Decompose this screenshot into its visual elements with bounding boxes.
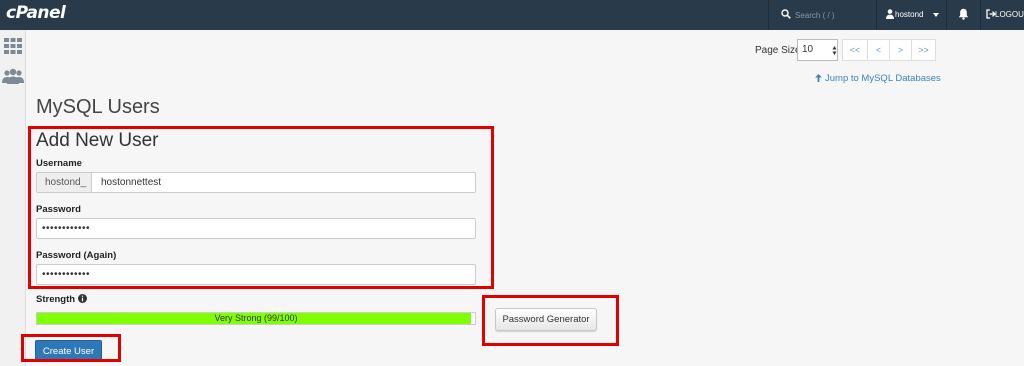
prev-page-button[interactable]: < xyxy=(867,39,890,61)
users-icon[interactable] xyxy=(2,68,24,84)
password-again-field[interactable] xyxy=(36,264,476,285)
search-icon xyxy=(781,9,791,19)
user-menu[interactable]: hostond xyxy=(876,0,944,30)
password-again-label: Password (Again) xyxy=(36,250,117,261)
last-page-button[interactable]: >> xyxy=(911,39,936,61)
password-field[interactable] xyxy=(36,218,476,239)
first-page-button[interactable]: << xyxy=(842,39,868,61)
logout-button[interactable]: LOGOUT xyxy=(980,0,1024,30)
next-page-button[interactable]: > xyxy=(889,39,912,61)
username-label: Username xyxy=(36,158,82,169)
page-size-label: Page Size xyxy=(755,45,801,56)
jump-to-databases-link[interactable]: Jump to MySQL Databases xyxy=(815,73,941,84)
page-title: MySQL Users xyxy=(36,96,160,118)
strength-meter: Very Strong (99/100) xyxy=(36,312,476,325)
sidebar xyxy=(0,30,26,366)
username-field[interactable] xyxy=(91,172,476,193)
username-input-group: hostond_ xyxy=(36,172,476,193)
search-box[interactable] xyxy=(768,0,874,30)
select-arrows-icon xyxy=(832,46,837,55)
page-size-value: 10 xyxy=(802,44,814,55)
top-navbar: cPanel hostond LOGOUT xyxy=(0,0,1024,30)
search-input[interactable] xyxy=(795,7,871,23)
chevron-down-icon xyxy=(933,13,939,17)
grid-icon[interactable] xyxy=(4,38,22,54)
notifications-button[interactable] xyxy=(946,0,978,30)
strength-label-row: Strength xyxy=(36,294,88,305)
strength-label: Strength xyxy=(36,294,76,305)
section-title: Add New User xyxy=(36,130,159,151)
user-icon xyxy=(886,9,894,19)
logout-label: LOGOUT xyxy=(995,10,1024,19)
strength-meter-text: Very Strong (99/100) xyxy=(214,313,298,323)
pagination-controls: << < > >> xyxy=(842,39,936,61)
username-prefix: hostond_ xyxy=(36,172,91,193)
password-label: Password xyxy=(36,204,81,215)
password-generator-button[interactable]: Password Generator xyxy=(495,308,597,331)
bell-icon xyxy=(958,8,969,20)
username-label: hostond xyxy=(895,10,924,19)
info-icon[interactable] xyxy=(78,294,88,303)
create-user-button[interactable]: Create User xyxy=(35,340,102,362)
arrow-up-icon xyxy=(815,74,822,82)
jump-link-label: Jump to MySQL Databases xyxy=(825,73,941,84)
cpanel-logo[interactable]: cPanel xyxy=(6,3,66,23)
